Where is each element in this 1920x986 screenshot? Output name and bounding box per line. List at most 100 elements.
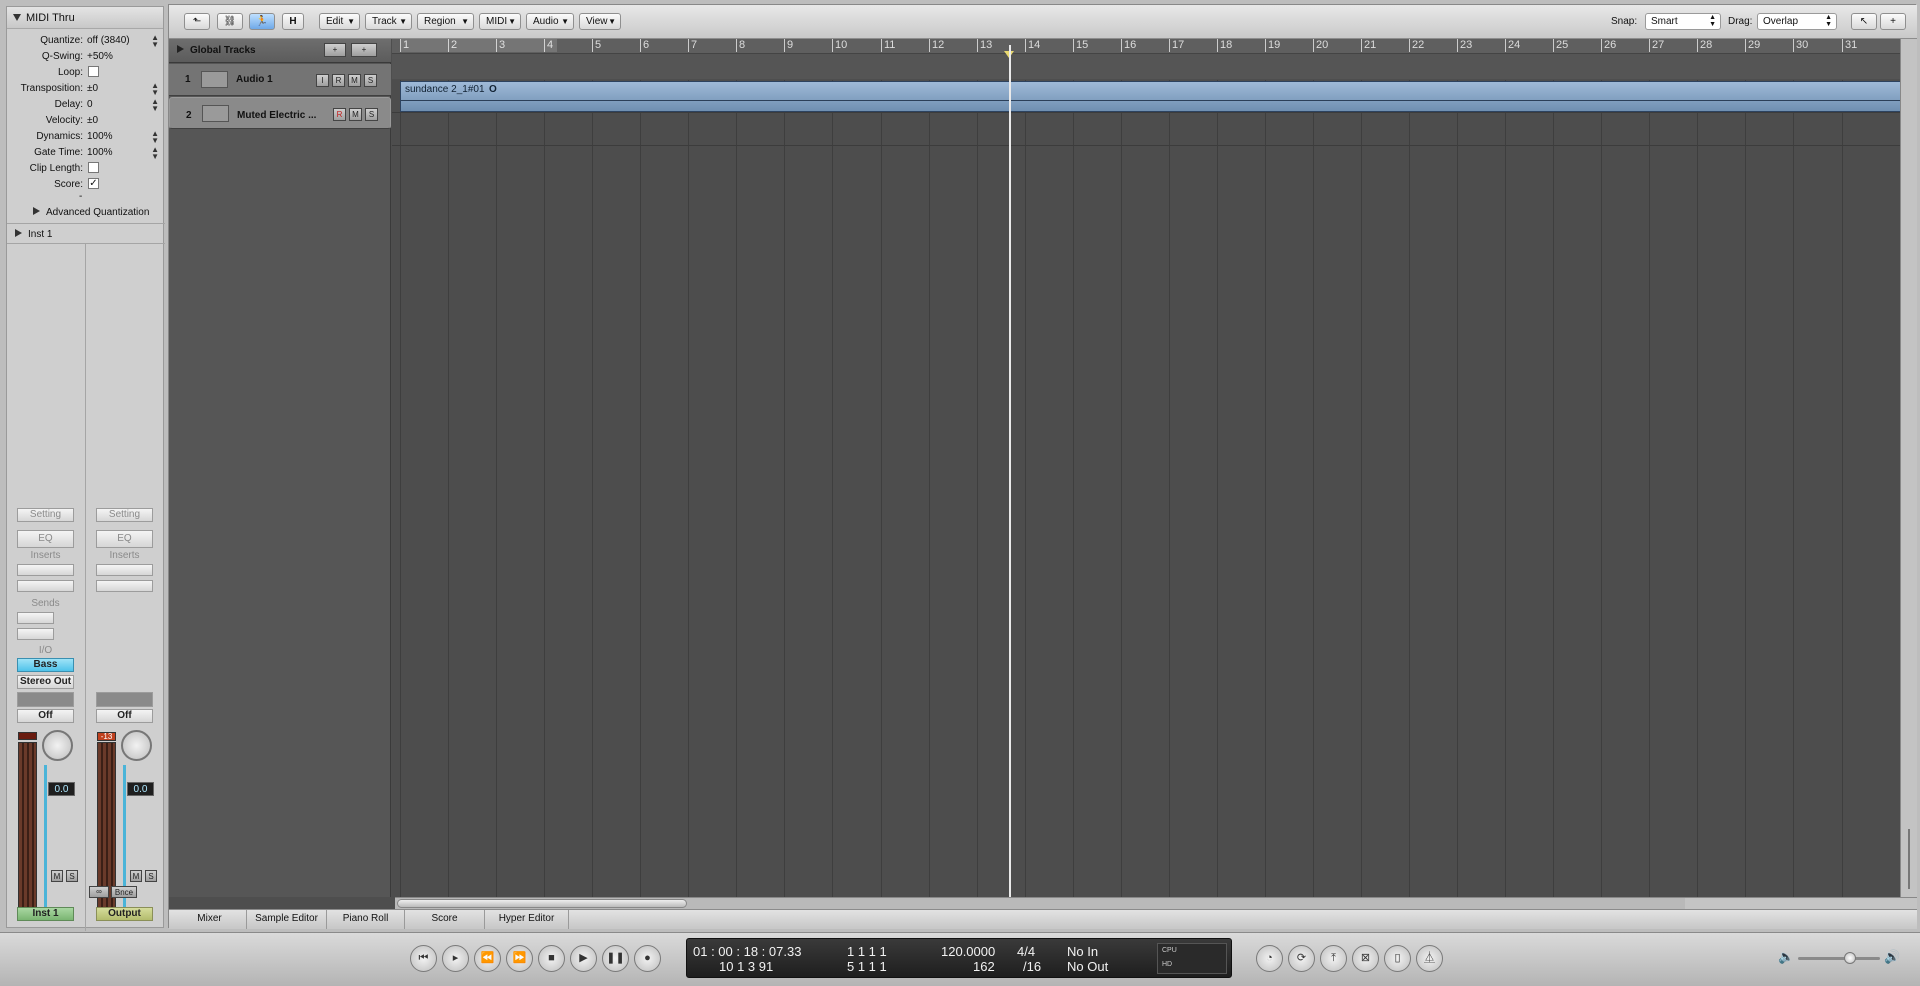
pause-icon[interactable]: ❚❚ [602, 945, 629, 972]
solo-icon[interactable]: ⊠ [1352, 945, 1379, 972]
instrument-section-header[interactable]: Inst 1 [7, 227, 165, 243]
menu-edit[interactable]: Edit ▼ [319, 13, 360, 30]
mute-button[interactable]: M [51, 870, 63, 882]
track-r-button[interactable]: R [333, 108, 346, 121]
record-icon[interactable]: ● [634, 945, 661, 972]
solo-button[interactable]: S [66, 870, 78, 882]
param-value[interactable]: ±0 [87, 115, 98, 126]
crosshair-icon[interactable]: + [1880, 13, 1906, 30]
track-r-button[interactable]: R [332, 74, 345, 87]
param-checkbox[interactable] [88, 66, 99, 77]
scroll-thumb[interactable] [397, 899, 687, 908]
track-header[interactable]: 2 Muted Electric ... R M S [169, 97, 391, 129]
automation-mode-button[interactable]: Off [96, 709, 153, 723]
disclosure-triangle-icon[interactable] [15, 229, 22, 237]
master-volume-slider[interactable] [1798, 952, 1880, 964]
input-button[interactable]: Bass [17, 658, 74, 672]
param-row[interactable]: Q-Swing: +50% [7, 49, 165, 65]
tab-score[interactable]: Score [405, 910, 485, 929]
hide-button[interactable]: H [282, 13, 304, 30]
eq-button[interactable]: EQ [17, 530, 74, 548]
param-row[interactable]: Quantize: off (3840) ▲ ▼ [7, 33, 165, 49]
setting-button[interactable]: Setting [17, 508, 74, 522]
track-s-button[interactable]: S [364, 74, 377, 87]
rewind-icon[interactable]: ⏪ [474, 945, 501, 972]
vertical-scrollbar[interactable] [1900, 39, 1917, 897]
disclosure-triangle-icon[interactable] [33, 207, 40, 215]
menu-track[interactable]: Track ▼ [365, 13, 412, 30]
insert-slot[interactable] [17, 580, 74, 592]
tab-mixer[interactable]: Mixer [173, 910, 247, 929]
param-row[interactable]: Clip Length: [7, 161, 165, 177]
metronome-icon[interactable]: ⏅ [1416, 945, 1443, 972]
param-value[interactable]: 100% [87, 147, 113, 158]
drag-select[interactable]: Overlap ▲ ▼ [1757, 13, 1837, 30]
insert-slot[interactable] [96, 564, 153, 576]
track-header[interactable]: 1 Audio 1 IRMS [169, 64, 391, 96]
bounce-button[interactable]: Bnce [111, 886, 137, 898]
menu-audio[interactable]: Audio ▼ [526, 13, 574, 30]
replace-mode-icon[interactable]: ◔ [1256, 945, 1283, 972]
bar-ruler[interactable]: 1 2 3 4 5 6 7 8 9 10 11 12 13 14 15 16 17 18 19 20 21 22 23 24 2… [392, 39, 1917, 79]
cpu-hd-meter[interactable]: CPU HD [1157, 943, 1227, 974]
pan-knob[interactable] [121, 730, 152, 761]
track-m-button[interactable]: M [348, 74, 361, 87]
go-to-start-icon[interactable]: ⏮ [410, 945, 437, 972]
param-checkbox[interactable] [88, 162, 99, 173]
pan-knob[interactable] [42, 730, 73, 761]
add-folder-button[interactable]: + [351, 43, 377, 57]
stepper-arrows-icon[interactable]: ▲ ▼ [151, 82, 159, 97]
global-tracks-header[interactable]: Global Tracks + + [169, 39, 391, 63]
track-s-button[interactable]: S [365, 108, 378, 121]
link-icon[interactable]: ⛓ [217, 13, 243, 30]
param-checkbox[interactable]: ✓ [88, 178, 99, 189]
send-slot[interactable] [17, 612, 54, 624]
cycle-icon[interactable]: ⟳ [1288, 945, 1315, 972]
param-row[interactable]: Dynamics: 100% ▲ ▼ [7, 129, 165, 145]
autopunch-icon[interactable]: ⤒ [1320, 945, 1347, 972]
horizontal-scrollbar[interactable] [395, 897, 1685, 909]
pointer-icon[interactable]: ↖ [1851, 13, 1877, 30]
menu-midi[interactable]: MIDI ▼ [479, 13, 521, 30]
peak-indicator[interactable]: -13 [97, 732, 116, 741]
fast-forward-icon[interactable]: ⏩ [506, 945, 533, 972]
arrow-up-left-icon[interactable]: ⬑ [184, 13, 210, 30]
peak-indicator[interactable] [18, 732, 37, 740]
advanced-quantization-row[interactable]: Advanced Quantization [7, 205, 165, 221]
zoom-controls[interactable] [1685, 897, 1917, 909]
tab-hyper-editor[interactable]: Hyper Editor [485, 910, 569, 929]
insert-slot[interactable] [96, 580, 153, 592]
play-icon[interactable]: ▶ [570, 945, 597, 972]
param-row[interactable]: Transposition: ±0 ▲ ▼ [7, 81, 165, 97]
arrange-area[interactable]: sundance 2_1#01 O [392, 80, 1917, 897]
tab-piano-roll[interactable]: Piano Roll [327, 910, 405, 929]
volume-value[interactable]: 0.0 [48, 782, 75, 796]
disclosure-triangle-icon[interactable] [13, 14, 21, 21]
stepper-arrows-icon[interactable]: ▲ ▼ [151, 98, 159, 113]
cycle-area[interactable] [401, 39, 557, 52]
channel-name[interactable]: Output [96, 907, 153, 921]
stepper-arrows-icon[interactable]: ▲ ▼ [151, 146, 159, 161]
menu-region[interactable]: Region ▼ [417, 13, 474, 30]
master-volume-knob[interactable] [1844, 952, 1856, 964]
send-slot[interactable] [17, 628, 54, 640]
param-value[interactable]: +50% [87, 51, 113, 62]
group-slot[interactable] [17, 692, 74, 707]
tab-sample-editor[interactable]: Sample Editor [247, 910, 327, 929]
disclosure-triangle-icon[interactable] [177, 45, 184, 53]
go-to-position-icon[interactable]: ▸ [442, 945, 469, 972]
output-button[interactable]: Stereo Out [17, 675, 74, 689]
midi-thru-header[interactable]: MIDI Thru [7, 7, 163, 29]
stepper-arrows-icon[interactable]: ▲ ▼ [151, 34, 159, 49]
param-row[interactable]: Loop: [7, 65, 165, 81]
track-name[interactable]: Muted Electric ... [237, 108, 316, 123]
track-i-button[interactable]: I [316, 74, 329, 87]
running-man-icon[interactable]: 🏃 [249, 13, 275, 30]
snap-select[interactable]: Smart ▲ ▼ [1645, 13, 1721, 30]
track-m-button[interactable]: M [349, 108, 362, 121]
volume-fader-track[interactable] [44, 765, 47, 919]
eq-button[interactable]: EQ [96, 530, 153, 548]
solo-button[interactable]: S [145, 870, 157, 882]
setting-button[interactable]: Setting [96, 508, 153, 522]
param-value[interactable]: 100% [87, 131, 113, 142]
